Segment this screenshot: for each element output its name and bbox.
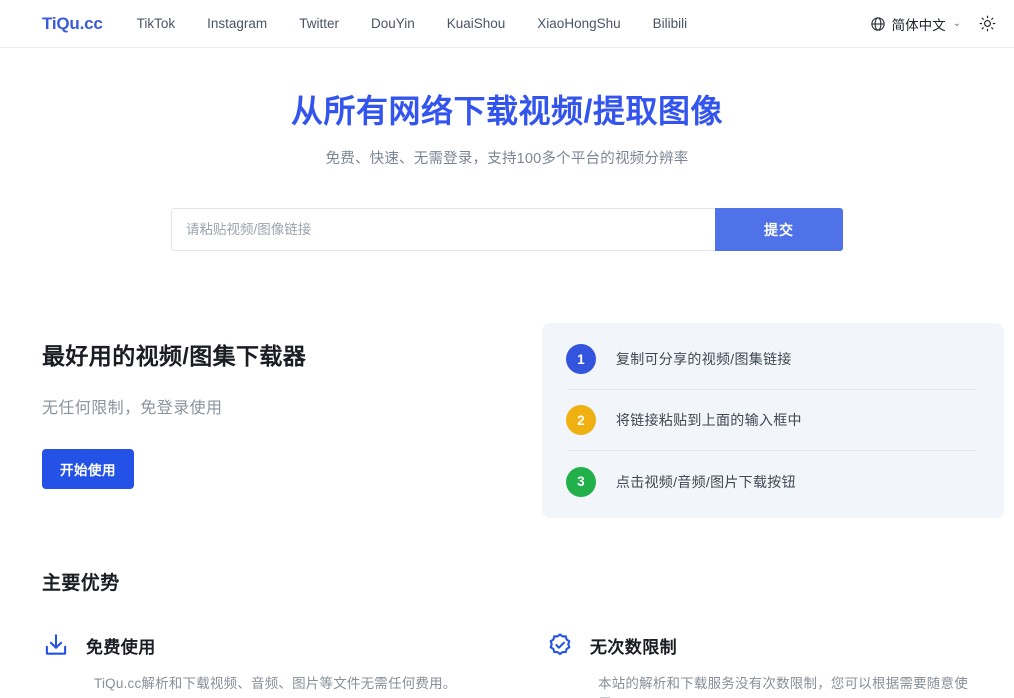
feature-card-free: 免费使用 TiQu.cc解析和下载视频、音频、图片等文件无需任何费用。 [42,631,486,698]
nav-link-twitter[interactable]: Twitter [299,16,339,31]
nav-link-xiaohongshu[interactable]: XiaoHongShu [537,16,620,31]
step-number-badge: 1 [566,344,596,374]
feature-card-unlimited: 无次数限制 本站的解析和下载服务没有次数限制，您可以根据需要随意使用。 [546,631,990,698]
nav-link-douyin[interactable]: DouYin [371,16,415,31]
features-grid: 免费使用 TiQu.cc解析和下载视频、音频、图片等文件无需任何费用。 无次数限… [42,631,1004,698]
feature-description: TiQu.cc解析和下载视频、音频、图片等文件无需任何费用。 [94,674,486,694]
primary-nav: TikTok Instagram Twitter DouYin KuaiShou… [137,15,688,33]
nav-link-bilibili[interactable]: Bilibili [653,16,688,31]
feature-header: 免费使用 [42,631,486,659]
nav-link-instagram[interactable]: Instagram [207,16,267,31]
features-heading: 主要优势 [42,568,1004,595]
nav-link-tiktok[interactable]: TikTok [137,16,176,31]
how-it-works-panel: 1 复制可分享的视频/图集链接 2 将链接粘贴到上面的输入框中 3 点击视频/音… [542,323,1004,518]
submit-button[interactable]: 提交 [715,208,843,251]
site-logo[interactable]: TiQu.cc [42,14,103,34]
navbar-right-controls: 简体中文 ⌄ [870,14,996,34]
intro-description: 无任何限制，免登录使用 [42,394,462,418]
step-label: 复制可分享的视频/图集链接 [616,349,792,369]
hero-section: 从所有网络下载视频/提取图像 免费、快速、无需登录，支持100多个平台的视频分辨… [0,48,1014,251]
top-navbar: TiQu.cc TikTok Instagram Twitter DouYin … [0,0,1014,48]
step-item: 1 复制可分享的视频/图集链接 [566,329,978,390]
intro-heading: 最好用的视频/图集下载器 [42,337,462,371]
feature-title: 无次数限制 [590,633,677,658]
features-section: 主要优势 免费使用 TiQu.cc解析和下载视频、音频、图片等文件无需任何费用。 [0,518,1014,698]
step-number-badge: 2 [566,405,596,435]
verified-check-icon [546,631,574,659]
nav-link-kuaishou[interactable]: KuaiShou [447,16,506,31]
feature-title: 免费使用 [86,633,156,658]
step-label: 将链接粘贴到上面的输入框中 [616,410,802,430]
step-label: 点击视频/音频/图片下载按钮 [616,472,796,492]
download-icon [42,631,70,659]
sun-icon [979,15,996,32]
step-item: 2 将链接粘贴到上面的输入框中 [566,390,978,451]
theme-toggle-button[interactable] [979,15,996,32]
language-label: 简体中文 [892,14,946,34]
intro-and-steps-section: 最好用的视频/图集下载器 无任何限制，免登录使用 开始使用 1 复制可分享的视频… [0,251,1014,518]
intro-block: 最好用的视频/图集下载器 无任何限制，免登录使用 开始使用 [42,323,462,489]
feature-description: 本站的解析和下载服务没有次数限制，您可以根据需要随意使用。 [598,674,990,698]
feature-header: 无次数限制 [546,631,990,659]
page-title: 从所有网络下载视频/提取图像 [0,91,1014,131]
hero-subtitle: 免费、快速、无需登录，支持100多个平台的视频分辨率 [0,147,1014,168]
url-search-bar: 提交 [171,208,843,251]
language-switcher[interactable]: 简体中文 ⌄ [870,14,961,34]
chevron-down-icon: ⌄ [953,19,961,29]
globe-icon [870,16,886,32]
get-started-button[interactable]: 开始使用 [42,449,134,489]
url-input[interactable] [171,208,715,251]
step-item: 3 点击视频/音频/图片下载按钮 [566,451,978,512]
step-number-badge: 3 [566,467,596,497]
